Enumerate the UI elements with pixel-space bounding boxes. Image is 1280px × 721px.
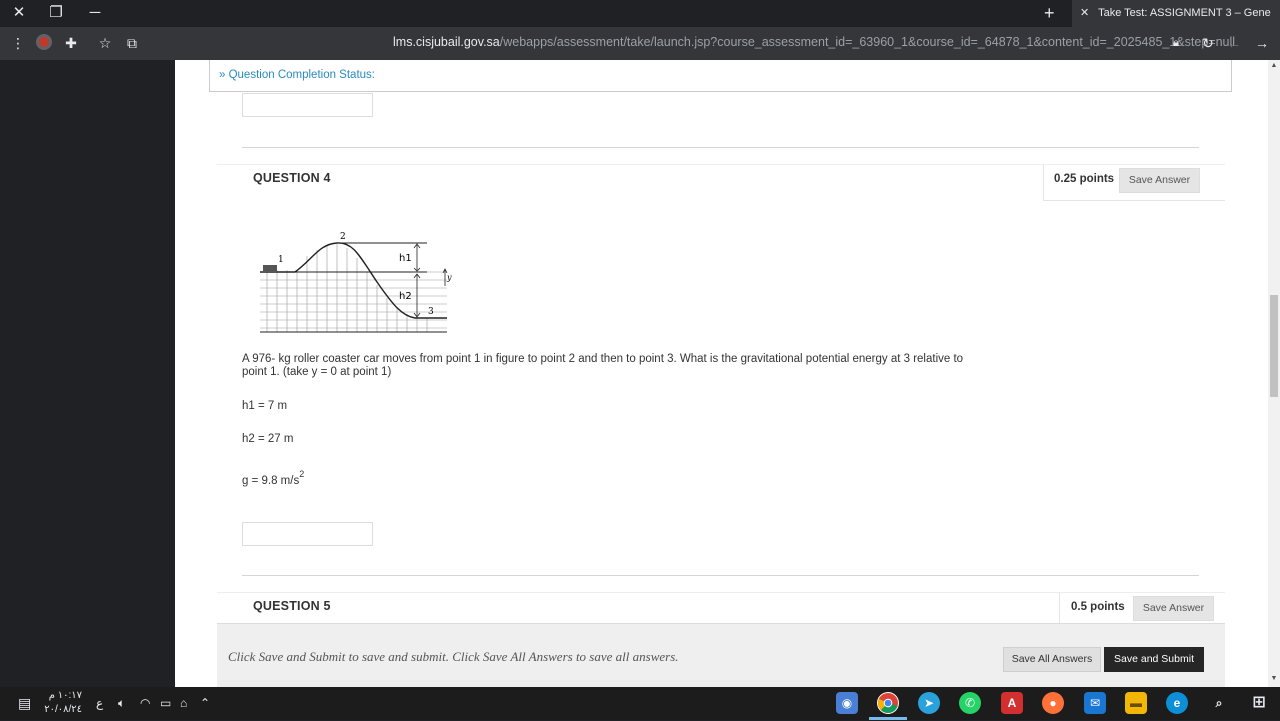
fig-label-2: 2 (340, 232, 346, 242)
profile-avatar-icon[interactable] (34, 33, 54, 53)
minimize-window-icon[interactable]: ─ (82, 3, 108, 23)
scroll-thumb[interactable] (1270, 295, 1278, 397)
page-scrollbar[interactable]: ▲ ▼ (1268, 60, 1280, 687)
clock-date: ٢٠/٠٨/٢٤ (44, 704, 82, 715)
question5-save-answer-button[interactable]: Save Answer (1133, 596, 1214, 621)
url-host: lms.cisjubail.gov.sa (393, 35, 500, 49)
scroll-up-icon[interactable]: ▲ (1270, 62, 1278, 72)
volume-icon[interactable]: 🔈︎ (118, 694, 125, 712)
zoom-app-icon[interactable]: ◉ (836, 692, 858, 714)
battery-icon[interactable]: ▭ (160, 694, 171, 712)
question4-points: 0.25 points (1054, 173, 1115, 185)
url-path: /webapps/assessment/take/launch.jsp?cour… (499, 35, 1236, 49)
question4-save-answer-button[interactable]: Save Answer (1119, 168, 1200, 193)
acrobat-icon[interactable]: A (1001, 692, 1023, 714)
completion-status-label[interactable]: » Question Completion Status: (219, 69, 375, 81)
extensions-icon[interactable]: ✚ (61, 33, 81, 53)
question4-h2: h2 = 27 m (242, 433, 294, 445)
question5-title: QUESTION 5 (253, 599, 331, 613)
language-indicator[interactable]: ع (96, 694, 103, 712)
browser-chrome: ✕ ❐ ─ + ✕ Take Test: ASSIGNMENT 3 – Gene… (0, 0, 1280, 60)
clock-time: ١٠:١٧ م (48, 690, 82, 701)
question4-answer-input[interactable] (242, 522, 373, 546)
back-arrow-icon[interactable]: → (1252, 33, 1272, 53)
tab-title: Take Test: ASSIGNMENT 3 – Gene (1098, 7, 1271, 19)
save-all-answers-button[interactable]: Save All Answers (1003, 647, 1101, 672)
bookmark-star-icon[interactable]: ☆ (95, 33, 115, 53)
mail-icon[interactable]: ✉ (1084, 692, 1106, 714)
wifi-icon[interactable]: ◠ (140, 694, 150, 712)
scroll-down-icon[interactable]: ▼ (1270, 675, 1278, 685)
forward-arrow-icon[interactable]: ← (1224, 33, 1244, 53)
question3-answer-input[interactable] (242, 93, 373, 117)
fig-label-1: 1 (278, 255, 284, 265)
edge-icon[interactable]: e (1166, 692, 1188, 714)
close-tab-icon[interactable]: ✕ (1080, 7, 1089, 19)
browser-toolbar: ⋮ ✚ ☆ ⧉ lms.cisjubail.gov.sa/webapps/ass… (0, 27, 1280, 60)
divider (242, 147, 1199, 148)
chrome-icon[interactable] (877, 692, 899, 714)
firefox-icon[interactable]: ● (1042, 692, 1064, 714)
question5-points: 0.5 points (1071, 601, 1125, 613)
fig-label-3: 3 (428, 307, 434, 317)
new-tab-icon[interactable]: + (1044, 3, 1055, 23)
question4-text-line2: point 1. (take y = 0 at point 1) (242, 366, 392, 378)
address-bar[interactable]: lms.cisjubail.gov.sa/webapps/assessment/… (393, 35, 1235, 49)
page-content: » Question Completion Status: QUESTION 4… (175, 60, 1268, 687)
taskbar-clock[interactable]: ١٠:١٧ م ٢٠/٠٨/٢٤ (42, 689, 82, 717)
send-to-device-icon[interactable]: ⧉ (122, 33, 142, 53)
usb-device-icon[interactable]: ⌂ (180, 694, 187, 712)
windows-start-icon[interactable]: ⊞ (1248, 692, 1270, 714)
submit-footer: Click Save and Submit to save and submit… (217, 623, 1225, 687)
fig-label-h2: h2 (399, 291, 412, 302)
tab-bar: ✕ ❐ ─ + ✕ Take Test: ASSIGNMENT 3 – Gene (0, 0, 1280, 27)
question4-g: g = 9.8 m/s2 (242, 469, 305, 487)
question4-points-box: 0.25 points Save Answer (1043, 165, 1225, 201)
save-and-submit-button[interactable]: Save and Submit (1104, 647, 1204, 672)
question4-h1: h1 = 7 m (242, 400, 288, 412)
fig-label-h1: h1 (399, 253, 412, 264)
close-window-icon[interactable]: ✕ (6, 3, 32, 23)
question4-title: QUESTION 4 (253, 171, 331, 185)
active-tab[interactable]: ✕ Take Test: ASSIGNMENT 3 – Gene (1072, 0, 1280, 27)
roller-coaster-figure: 1 2 3 h1 h2 y (257, 230, 457, 336)
footer-message: Click Save and Submit to save and submit… (228, 649, 679, 664)
question4-text-line1: A 976- kg roller coaster car moves from … (242, 353, 964, 365)
tray-overflow-icon[interactable]: ⌃ (200, 694, 210, 712)
file-explorer-icon[interactable]: ▬ (1125, 692, 1147, 714)
question4-header: QUESTION 4 0.25 points Save Answer (217, 164, 1225, 201)
divider (242, 575, 1199, 576)
restore-window-icon[interactable]: ❐ (43, 3, 69, 23)
coaster-car-icon (263, 265, 277, 271)
reload-icon[interactable]: ↻ (1198, 33, 1218, 53)
fig-label-y: y (446, 273, 452, 282)
whatsapp-icon[interactable]: ✆ (959, 692, 981, 714)
menu-dots-icon[interactable]: ⋮ (8, 33, 28, 53)
telegram-icon[interactable]: ➤ (918, 692, 940, 714)
completion-status-bar[interactable]: » Question Completion Status: (209, 60, 1232, 92)
lock-icon: 🔒︎ (1173, 37, 1179, 49)
notifications-icon[interactable]: ▤ (18, 694, 31, 712)
search-icon[interactable]: ⌕ (1208, 692, 1230, 714)
taskbar: ▤ ١٠:١٧ م ٢٠/٠٨/٢٤ ع 🔈︎ ◠ ▭ ⌂ ⌃ ◉ ➤ ✆ A … (0, 687, 1280, 720)
